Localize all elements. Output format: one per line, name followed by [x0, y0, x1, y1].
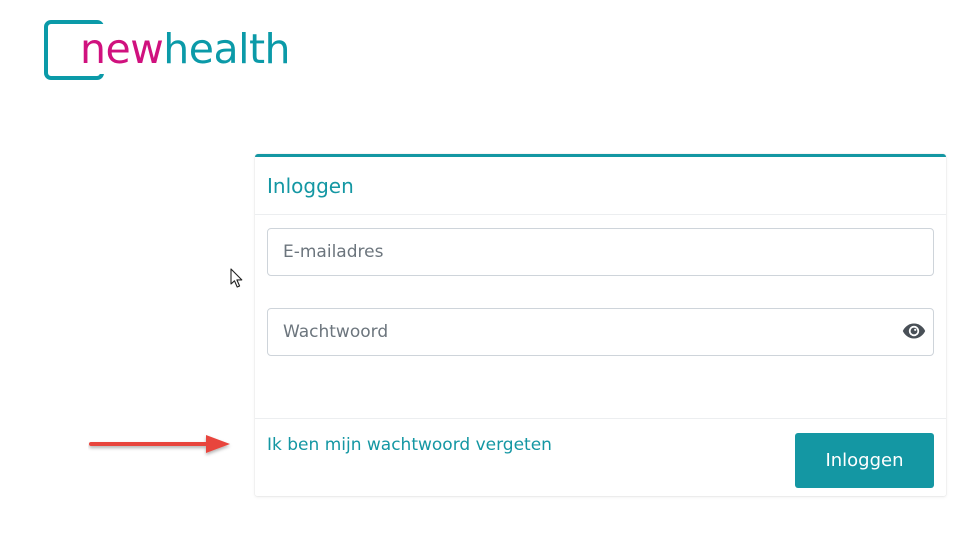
email-input[interactable]: [267, 228, 934, 276]
login-card-footer: Ik ben mijn wachtwoord vergeten Inloggen: [255, 418, 946, 499]
login-card-header: Inloggen: [255, 157, 946, 215]
forgot-password-link[interactable]: Ik ben mijn wachtwoord vergeten: [267, 435, 552, 455]
login-button[interactable]: Inloggen: [795, 433, 934, 488]
logo-wordmark: newhealth: [80, 24, 293, 74]
logo-text-new: new: [80, 25, 164, 73]
eye-icon[interactable]: [902, 322, 926, 340]
logo-text-health: health: [163, 25, 291, 73]
newhealth-logo: newhealth: [44, 20, 294, 82]
login-card-title: Inloggen: [267, 174, 354, 198]
login-card: Inloggen Ik ben mijn wachtwoord vergeten…: [255, 154, 946, 496]
password-input[interactable]: [267, 308, 934, 356]
mouse-cursor-icon: [230, 268, 243, 288]
red-arrow-right-icon: [89, 435, 230, 453]
